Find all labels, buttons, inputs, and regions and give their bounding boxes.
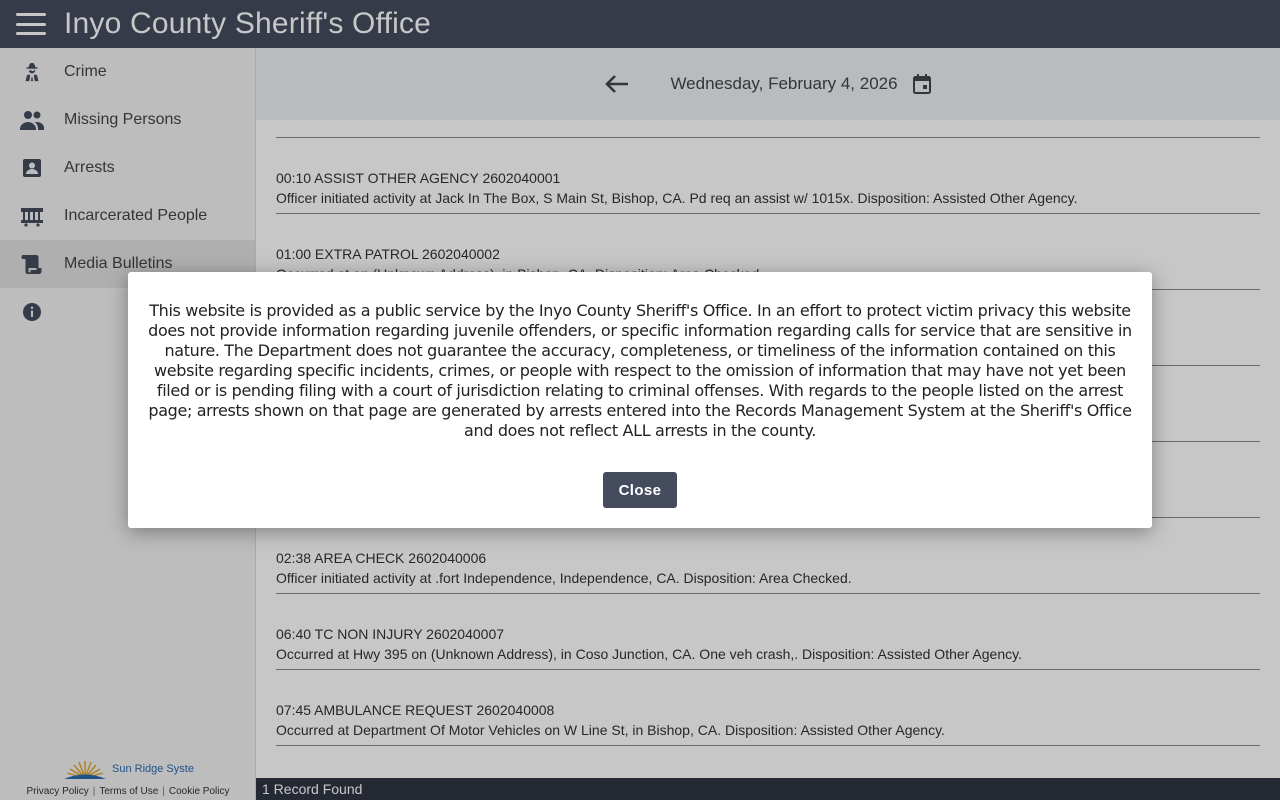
disclaimer-text: This website is provided as a public ser… bbox=[148, 301, 1132, 440]
close-button[interactable]: Close bbox=[603, 472, 677, 508]
disclaimer-dialog: This website is provided as a public ser… bbox=[128, 272, 1152, 528]
